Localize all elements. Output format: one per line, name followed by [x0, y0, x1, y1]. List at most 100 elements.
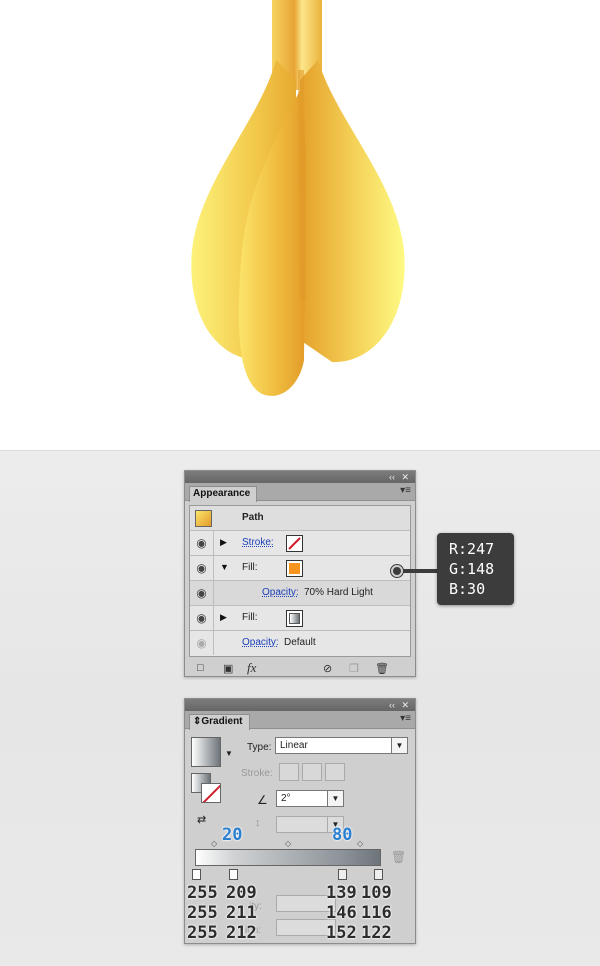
stop1-r: 255: [187, 883, 218, 903]
path-thumbnail: [195, 510, 212, 527]
right-lobe-shape: [300, 60, 405, 363]
gradient-stop-3[interactable]: [338, 869, 347, 880]
orange-swatch-color: [289, 563, 300, 574]
appearance-panel: ‹‹ ✕ Appearance ▾≡ Path ◉ ▶ Stroke: ◉ ▼ …: [184, 470, 416, 677]
stop3-g: 146: [326, 903, 357, 923]
opacity-row-default[interactable]: ◉ Opacity: Default: [190, 631, 410, 656]
type-dropdown[interactable]: Linear ▼: [275, 737, 408, 754]
callout-g: G:148: [449, 560, 495, 578]
stroke-across-button[interactable]: [325, 763, 345, 781]
panel-menu-icon[interactable]: ▾≡: [400, 485, 411, 496]
gradient-stop-1[interactable]: [192, 869, 201, 880]
opacity-row-hard-light[interactable]: ◉ Opacity: 70% Hard Light: [190, 581, 410, 606]
appearance-list: Path ◉ ▶ Stroke: ◉ ▼ Fill: ◉ Opacity: 70…: [189, 505, 411, 657]
callout-connector: [397, 569, 437, 573]
preview-dropdown-icon[interactable]: ▼: [225, 749, 233, 758]
gradient-panel: ‹‹ ✕ ⇕Gradient ▾≡ ▼ ⇄ Type: Linear ▼ Str…: [184, 698, 416, 944]
stop2-r: 209: [226, 883, 257, 903]
opacity-label[interactable]: Opacity:: [242, 637, 279, 648]
gradient-stop-2[interactable]: [229, 869, 238, 880]
new-fill-icon[interactable]: ▣: [223, 662, 233, 675]
stroke-proxy[interactable]: [201, 783, 221, 803]
fill-label: Fill:: [242, 562, 258, 573]
stroke-label: Stroke:: [241, 768, 273, 779]
callout-b: B:30: [449, 580, 486, 598]
stop2-b: 212: [226, 923, 257, 943]
shape-artwork: [191, 0, 405, 396]
visibility-eye-icon[interactable]: ◉: [190, 606, 214, 630]
stop3-b: 152: [326, 923, 357, 943]
artwork-canvas: [0, 0, 600, 451]
stop4-b: 122: [361, 923, 392, 943]
stroke-row[interactable]: ◉ ▶ Stroke:: [190, 531, 410, 556]
aspect-ratio-icon: ↕: [255, 817, 261, 829]
tab-gradient-label: Gradient: [201, 716, 243, 727]
panel-titlebar[interactable]: ‹‹ ✕: [185, 699, 415, 711]
stroke-label[interactable]: Stroke:: [242, 537, 274, 548]
midpoint-diamond[interactable]: ◇: [285, 839, 291, 848]
path-title: Path: [242, 512, 264, 523]
collapse-icon[interactable]: ‹‹: [389, 471, 395, 483]
stroke-along-button[interactable]: [302, 763, 322, 781]
stop2-g: 211: [226, 903, 257, 923]
stop4-g: 116: [361, 903, 392, 923]
stop-location-2: 80: [332, 825, 353, 845]
visibility-eye-icon[interactable]: ◉: [190, 631, 214, 655]
collapse-icon[interactable]: ‹‹: [389, 699, 395, 711]
stroke-within-button[interactable]: [279, 763, 299, 781]
tab-gradient[interactable]: ⇕Gradient: [189, 714, 250, 730]
gradient-slider[interactable]: [195, 849, 381, 866]
expand-triangle-icon[interactable]: ▶: [220, 612, 227, 623]
visibility-eye-icon[interactable]: ◉: [190, 581, 214, 605]
gradient-stop-4[interactable]: [374, 869, 383, 880]
chevron-down-icon[interactable]: ▼: [391, 738, 407, 753]
visibility-eye-icon[interactable]: ◉: [190, 556, 214, 580]
midpoint-diamond[interactable]: ◇: [211, 839, 217, 848]
stop1-b: 255: [187, 923, 218, 943]
panel-titlebar[interactable]: ‹‹ ✕: [185, 471, 415, 483]
tab-appearance[interactable]: Appearance: [189, 486, 258, 502]
reverse-gradient-icon[interactable]: ⇄: [197, 813, 206, 826]
none-stroke-icon: [202, 784, 220, 802]
stop1-g: 255: [187, 903, 218, 923]
trash-icon[interactable]: 🗑: [375, 662, 389, 675]
fill-row-orange[interactable]: ◉ ▼ Fill:: [190, 556, 410, 581]
fx-icon[interactable]: fx: [247, 660, 256, 676]
type-value: Linear: [280, 740, 308, 751]
delete-stop-icon[interactable]: 🗑: [391, 850, 406, 864]
duplicate-icon[interactable]: ❐: [349, 662, 359, 675]
panel-menu-icon[interactable]: ▾≡: [400, 713, 411, 724]
angle-icon: ∠: [257, 793, 268, 807]
fill-label: Fill:: [242, 612, 258, 623]
clear-icon[interactable]: ⊘: [323, 662, 332, 675]
new-stroke-icon[interactable]: □: [197, 662, 204, 674]
close-icon[interactable]: ✕: [401, 699, 409, 711]
gradient-swatch-color: [289, 613, 300, 624]
none-swatch-icon: [288, 537, 301, 550]
rgb-callout: R:247 G:148 B:30: [437, 533, 514, 605]
angle-field[interactable]: 2° ▼: [276, 790, 344, 807]
stop4-r: 109: [361, 883, 392, 903]
fill-row-gradient[interactable]: ◉ ▶ Fill:: [190, 606, 410, 631]
expand-triangle-icon[interactable]: ▶: [220, 537, 227, 548]
type-label: Type:: [247, 742, 272, 753]
opacity-value: 70% Hard Light: [304, 587, 373, 598]
appearance-header-row[interactable]: Path: [190, 506, 410, 531]
opacity-value: Default: [284, 637, 316, 648]
appearance-toolbar: □ ▣ fx ⊘ ❐ 🗑: [185, 659, 415, 679]
gradient-fill-swatch[interactable]: [286, 610, 303, 627]
angle-value: 2°: [281, 793, 291, 804]
callout-dot: [391, 565, 403, 577]
stop3-r: 139: [326, 883, 357, 903]
stop-location-1: 20: [222, 825, 243, 845]
gradient-preview[interactable]: [191, 737, 221, 767]
opacity-label[interactable]: Opacity:: [262, 587, 299, 598]
callout-r: R:247: [449, 540, 495, 558]
stroke-swatch[interactable]: [286, 535, 303, 552]
midpoint-diamond[interactable]: ◇: [357, 839, 363, 848]
close-icon[interactable]: ✕: [401, 471, 409, 483]
collapse-triangle-icon[interactable]: ▼: [220, 562, 229, 572]
chevron-down-icon[interactable]: ▼: [327, 791, 343, 806]
fill-swatch[interactable]: [286, 560, 303, 577]
visibility-eye-icon[interactable]: ◉: [190, 531, 214, 555]
